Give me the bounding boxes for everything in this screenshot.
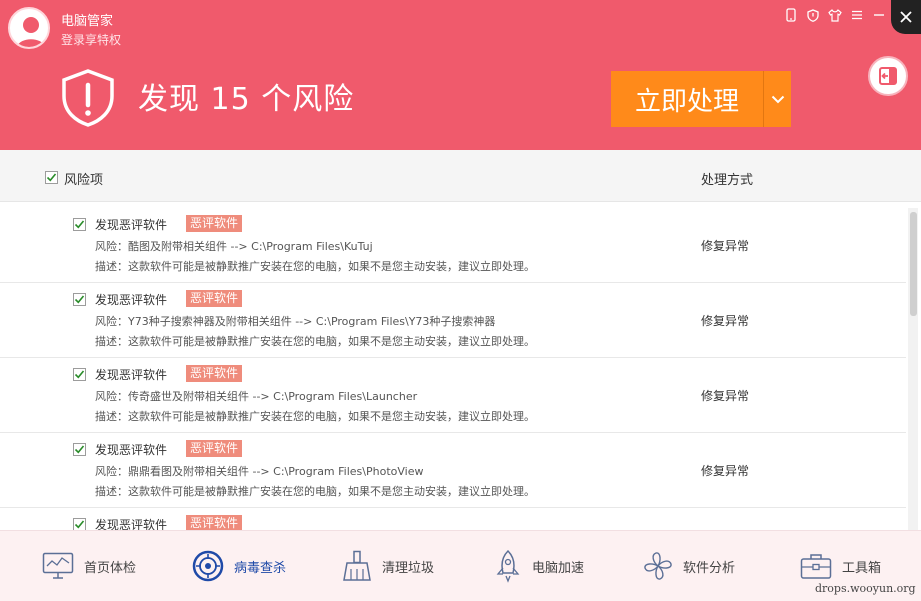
item-checkbox[interactable]: [73, 368, 86, 381]
item-risk: 风险：鼎鼎看图及附带相关组件 --> C:\Program Files\Phot…: [95, 465, 424, 478]
item-title: 发现恶评软件: [95, 443, 168, 457]
check-icon: [74, 220, 85, 229]
nav-label: 清理垃圾: [382, 560, 435, 576]
avatar[interactable]: [8, 7, 50, 49]
user-icon: [16, 17, 46, 47]
item-tag: 恶评软件: [186, 290, 243, 307]
column-action: 处理方式: [701, 173, 754, 188]
nav-label: 工具箱: [842, 560, 882, 576]
item-fix-action[interactable]: 修复异常: [701, 312, 749, 329]
column-risk-item: 风险项: [64, 173, 104, 188]
close-icon: [900, 11, 912, 23]
app-title: 电脑管家: [61, 14, 114, 29]
list-item: 发现恶评软件 恶评软件 风险：鼎鼎看图及附带相关组件 --> C:\Progra…: [0, 433, 906, 508]
nav-item-virus-scan[interactable]: 病毒查杀: [192, 531, 286, 601]
scrollbar-thumb[interactable]: [910, 212, 917, 316]
nav-label: 软件分析: [683, 560, 736, 576]
nav-item-clean-junk[interactable]: 清理垃圾: [342, 531, 434, 601]
menu-icon[interactable]: [849, 6, 865, 24]
item-title: 发现恶评软件: [95, 293, 168, 307]
item-desc: 描述：这款软件可能是被静默推广安装在您的电脑，如果不是您主动安装，建议立即处理。: [95, 335, 535, 348]
list-item: 发现恶评软件 恶评软件: [0, 508, 906, 530]
item-checkbox[interactable]: [73, 443, 86, 456]
nav-item-speed-up[interactable]: 电脑加速: [494, 531, 584, 601]
nav-item-home-checkup[interactable]: 首页体检: [42, 531, 136, 601]
item-title: 发现恶评软件: [95, 368, 168, 382]
check-icon: [74, 370, 85, 379]
item-risk: 风险：Y73种子搜索神器及附带相关组件 --> C:\Program Files…: [95, 315, 496, 328]
list-item: 发现恶评软件 恶评软件 风险：酷图及附带相关组件 --> C:\Program …: [0, 208, 906, 283]
list-item: 发现恶评软件 恶评软件 风险：Y73种子搜索神器及附带相关组件 --> C:\P…: [0, 283, 906, 358]
list-header: 风险项 处理方式: [0, 150, 921, 202]
watermark: drops.wooyun.org: [815, 582, 916, 595]
item-title: 发现恶评软件: [95, 518, 168, 530]
handle-dropdown-button[interactable]: [763, 71, 791, 127]
broom-icon: [343, 550, 371, 581]
check-icon: [74, 445, 85, 454]
risk-list: 发现恶评软件 恶评软件 风险：酷图及附带相关组件 --> C:\Program …: [0, 208, 906, 530]
shield-small-icon[interactable]: [805, 6, 821, 24]
nav-label: 电脑加速: [532, 560, 585, 576]
handle-now-button[interactable]: 立即处理: [611, 71, 763, 127]
exit-icon: [879, 67, 897, 85]
item-checkbox[interactable]: [73, 293, 86, 306]
item-fix-action[interactable]: 修复异常: [701, 387, 749, 404]
skin-icon[interactable]: [827, 6, 843, 24]
fan-icon: [644, 552, 672, 580]
item-fix-action[interactable]: 修复异常: [701, 462, 749, 479]
virus-scan-icon: [192, 550, 224, 582]
check-icon: [46, 173, 57, 182]
header: 电脑管家 登录享特权 发现 15 个风险 立即处理: [0, 0, 921, 150]
item-desc: 描述：这款软件可能是被静默推广安装在您的电脑，如果不是您主动安装，建议立即处理。: [95, 485, 535, 498]
risk-count-heading: 发现 15 个风险: [138, 82, 355, 117]
exit-panel-button[interactable]: [868, 56, 908, 96]
item-tag: 恶评软件: [186, 515, 243, 530]
list-item: 发现恶评软件 恶评软件 风险：传奇盛世及附带相关组件 --> C:\Progra…: [0, 358, 906, 433]
item-tag: 恶评软件: [186, 365, 243, 382]
item-tag: 恶评软件: [186, 215, 243, 232]
nav-item-software-analysis[interactable]: 软件分析: [643, 531, 735, 601]
login-link[interactable]: 登录享特权: [61, 31, 121, 48]
check-icon: [74, 520, 85, 529]
item-tag: 恶评软件: [186, 440, 243, 457]
item-fix-action[interactable]: 修复异常: [701, 237, 749, 254]
toolbox-icon: [800, 554, 832, 579]
window-controls: [783, 6, 887, 24]
item-desc: 描述：这款软件可能是被静默推广安装在您的电脑，如果不是您主动安装，建议立即处理。: [95, 260, 535, 273]
item-desc: 描述：这款软件可能是被静默推广安装在您的电脑，如果不是您主动安装，建议立即处理。: [95, 410, 535, 423]
item-checkbox[interactable]: [73, 518, 86, 530]
close-button[interactable]: [891, 0, 921, 34]
phone-icon[interactable]: [783, 6, 799, 24]
nav-label: 首页体检: [84, 560, 137, 576]
check-icon: [74, 295, 85, 304]
item-risk: 风险：酷图及附带相关组件 --> C:\Program Files\KuTuj: [95, 240, 373, 253]
rocket-icon: [496, 549, 520, 583]
bottom-nav: 首页体检 病毒查杀 清理垃圾 电脑加速 软件分析 工具箱: [0, 530, 921, 601]
minimize-icon[interactable]: [871, 6, 887, 24]
chevron-down-icon: [771, 95, 784, 103]
item-risk: 风险：传奇盛世及附带相关组件 --> C:\Program Files\Laun…: [95, 390, 418, 403]
select-all-checkbox[interactable]: [45, 171, 58, 184]
item-title: 发现恶评软件: [95, 218, 168, 232]
nav-label: 病毒查杀: [234, 560, 287, 576]
monitor-icon: [42, 552, 74, 579]
item-checkbox[interactable]: [73, 218, 86, 231]
warning-shield-icon: [62, 69, 114, 127]
